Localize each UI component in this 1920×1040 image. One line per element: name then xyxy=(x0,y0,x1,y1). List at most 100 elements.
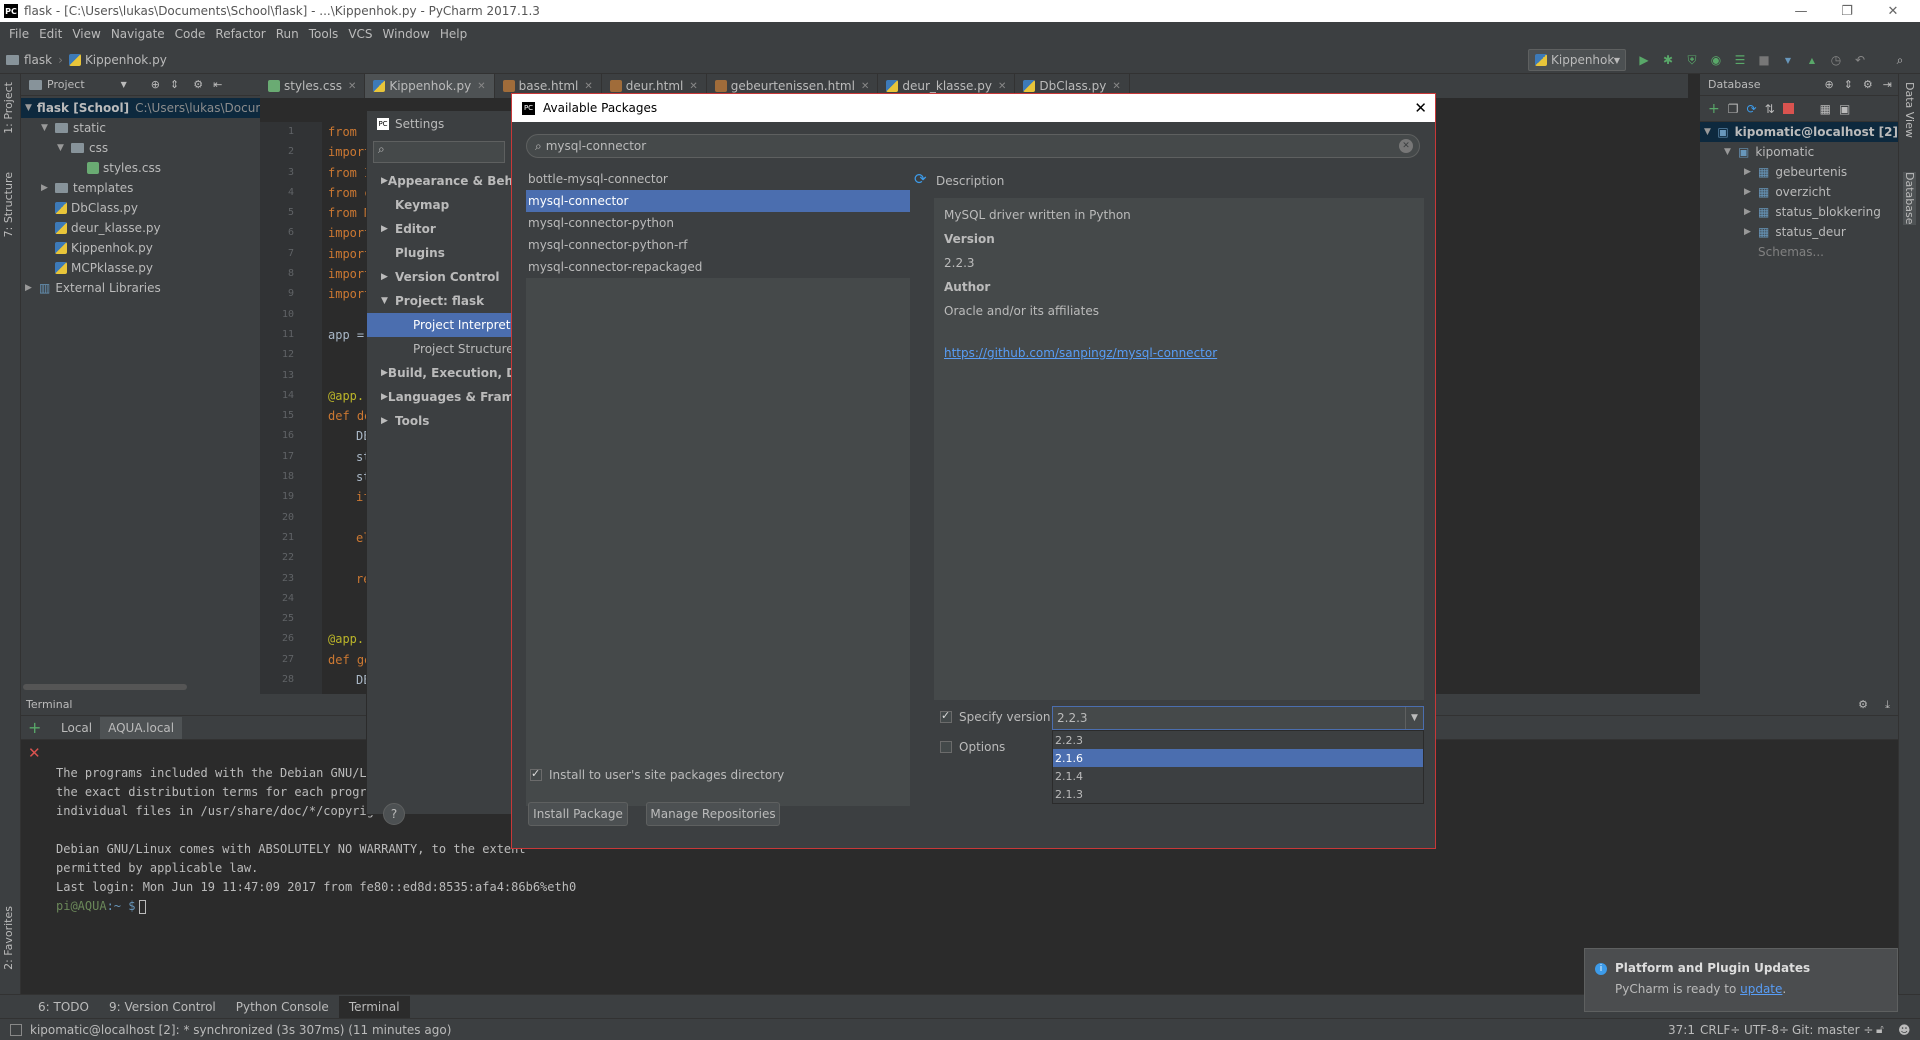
schema-icon[interactable]: ⇅ xyxy=(1765,102,1775,116)
minimize-icon[interactable]: — xyxy=(1778,0,1824,22)
close-tab-icon[interactable]: ✕ xyxy=(861,81,869,92)
expanded-arrow-icon[interactable]: ▼ xyxy=(1704,127,1717,137)
refresh-icon[interactable]: ⟳ xyxy=(1747,102,1757,116)
settings-item[interactable]: ▶ Editor xyxy=(367,217,511,241)
clear-search-icon[interactable]: ✕ xyxy=(1399,139,1413,153)
collapsed-arrow-icon[interactable]: ▶ xyxy=(1744,187,1758,197)
collapsed-arrow-icon[interactable]: ▶ xyxy=(1744,167,1758,177)
menu-help[interactable]: Help xyxy=(435,27,472,41)
stop-icon[interactable]: ■ xyxy=(1754,50,1774,70)
bottom-tab-9-version-control[interactable]: 9: Version Control xyxy=(99,996,226,1018)
manage-repositories-button[interactable]: Manage Repositories xyxy=(646,802,780,826)
menu-window[interactable]: Window xyxy=(378,27,435,41)
gear-icon[interactable]: ⚙ xyxy=(193,78,203,91)
structure-tool-tab[interactable]: 7: Structure xyxy=(2,172,15,237)
caret-position[interactable]: 37:1 xyxy=(1668,1023,1695,1037)
reload-list-icon[interactable]: ⟳ xyxy=(914,170,927,188)
table-item[interactable]: ▶ ▦ overzicht xyxy=(1700,182,1898,202)
close-tab-icon[interactable]: ✕ xyxy=(584,81,592,92)
profile-icon[interactable]: ◉ xyxy=(1706,50,1726,70)
terminal-tab-local[interactable]: Local xyxy=(53,717,100,739)
table-icon[interactable]: ▦ xyxy=(1820,102,1831,116)
version-option[interactable]: 2.1.3 xyxy=(1053,785,1423,803)
line-separator[interactable]: CRLF÷ xyxy=(1700,1023,1740,1037)
database-tool-tab[interactable]: Database xyxy=(1903,172,1916,225)
favorites-tool-tab[interactable]: 2: Favorites xyxy=(2,906,15,970)
chevron-down-icon[interactable]: ▼ xyxy=(121,80,127,89)
git-branch[interactable]: Git: master ÷ xyxy=(1792,1023,1873,1037)
event-log-icon[interactable]: ☻ xyxy=(1898,1023,1911,1037)
bottom-tab-terminal[interactable]: Terminal xyxy=(338,995,410,1018)
settings-item[interactable]: Project Structure xyxy=(367,337,511,361)
expanded-arrow-icon[interactable]: ▼ xyxy=(57,143,71,153)
package-item[interactable]: mysql-connector-python xyxy=(526,212,910,234)
search-everywhere-icon[interactable]: ⌕ xyxy=(1890,50,1910,70)
version-option[interactable]: 2.1.4 xyxy=(1053,767,1423,785)
project-root-item[interactable]: ▼ flask [School] C:\Users\lukas\Docum xyxy=(21,98,267,118)
file-encoding[interactable]: UTF-8÷ xyxy=(1744,1023,1789,1037)
package-item[interactable]: bottle-mysql-connector xyxy=(526,168,910,190)
settings-item[interactable]: ▶Appearance & Behav xyxy=(367,169,511,193)
collapsed-arrow-icon[interactable]: ▶ xyxy=(1744,227,1758,237)
revert-icon[interactable]: ↶ xyxy=(1850,50,1870,70)
close-tab-icon[interactable]: ✕ xyxy=(998,81,1006,92)
tree-item[interactable]: MCPklasse.py xyxy=(21,258,260,278)
settings-item[interactable]: ▶ Tools xyxy=(367,409,511,433)
menu-file[interactable]: File xyxy=(4,27,34,41)
expanded-arrow-icon[interactable]: ▼ xyxy=(41,123,55,133)
datasource-item[interactable]: ▼ ▣ kipomatic@localhost [2] xyxy=(1700,122,1898,142)
settings-search-input[interactable]: ⌕ xyxy=(373,141,505,163)
collapse-icon[interactable]: ⇕ xyxy=(1844,78,1853,91)
tree-item[interactable]: ▶ ▥ External Libraries xyxy=(21,278,260,298)
menu-edit[interactable]: Edit xyxy=(34,27,67,41)
menu-view[interactable]: View xyxy=(67,27,105,41)
copy-icon[interactable]: ❐ xyxy=(1728,102,1739,116)
expanded-arrow-icon[interactable]: ▼ xyxy=(25,103,32,113)
debug-icon[interactable]: ✱ xyxy=(1658,50,1678,70)
package-item[interactable]: mysql-connector-repackaged xyxy=(526,256,910,278)
tree-item[interactable]: styles.css xyxy=(21,158,260,178)
table-item[interactable]: ▶ ▦ status_deur xyxy=(1700,222,1898,242)
toggle-tool-windows-icon[interactable] xyxy=(10,1023,22,1036)
settings-item[interactable]: Plugins xyxy=(367,241,511,265)
menu-code[interactable]: Code xyxy=(170,27,211,41)
menu-run[interactable]: Run xyxy=(271,27,304,41)
expanded-arrow-icon[interactable]: ▼ xyxy=(1724,147,1738,157)
restore-icon[interactable]: ❐ xyxy=(1824,0,1870,22)
breadcrumb-file[interactable]: Kippenhok.py xyxy=(63,53,173,67)
gear-icon[interactable]: ⚙ xyxy=(1858,698,1868,711)
terminal-tab-aqua-local[interactable]: AQUA.local xyxy=(100,716,183,739)
close-terminal-icon[interactable]: ✕ xyxy=(28,744,41,762)
run-icon[interactable]: ▶ xyxy=(1634,50,1654,70)
package-search-input[interactable]: ⌕ mysql-connector ✕ xyxy=(526,134,1420,158)
disconnect-icon[interactable] xyxy=(1782,103,1794,114)
package-homepage-link[interactable]: https://github.com/sanpingz/mysql-connec… xyxy=(944,346,1217,360)
options-checkbox[interactable]: Options xyxy=(940,740,1005,754)
hide-icon[interactable]: ⤓ xyxy=(1885,698,1890,712)
console-icon[interactable]: ▣ xyxy=(1839,102,1850,116)
settings-item[interactable]: ▶Languages & Framew xyxy=(367,385,511,409)
close-tab-icon[interactable]: ✕ xyxy=(477,81,485,92)
tree-item[interactable]: ▼ css xyxy=(21,138,260,158)
tab-kippenhok-py[interactable]: Kippenhok.py ✕ xyxy=(365,74,495,98)
settings-item[interactable]: Project Interpreter xyxy=(367,313,511,337)
install-user-checkbox[interactable]: Install to user's site packages director… xyxy=(530,767,784,782)
hide-icon[interactable]: ⇤ xyxy=(213,78,222,91)
run-coverage-icon[interactable]: ⛨ xyxy=(1682,50,1702,70)
menu-tools[interactable]: Tools xyxy=(304,27,344,41)
settings-item[interactable]: ▶ Build, Execution, De xyxy=(367,361,511,385)
menu-vcs[interactable]: VCS xyxy=(343,27,377,41)
version-select[interactable]: 2.2.3 ▼ xyxy=(1052,706,1424,730)
project-tool-tab[interactable]: 1: Project xyxy=(2,82,15,134)
bottom-tab-python-console[interactable]: Python Console xyxy=(226,996,339,1018)
version-option[interactable]: 2.2.3 xyxy=(1053,731,1423,749)
settings-item[interactable]: ▶ Version Control xyxy=(367,265,511,289)
specify-version-checkbox[interactable]: Specify version xyxy=(940,709,1050,724)
collapsed-arrow-icon[interactable]: ▶ xyxy=(25,283,39,293)
vcs-history-icon[interactable]: ◷ xyxy=(1826,50,1846,70)
tree-item[interactable]: Kippenhok.py xyxy=(21,238,260,258)
menu-navigate[interactable]: Navigate xyxy=(106,27,170,41)
settings-item[interactable]: Keymap xyxy=(367,193,511,217)
tab-styles-css[interactable]: styles.css ✕ xyxy=(260,74,366,98)
data-view-tool-tab[interactable]: Data View xyxy=(1903,82,1916,138)
